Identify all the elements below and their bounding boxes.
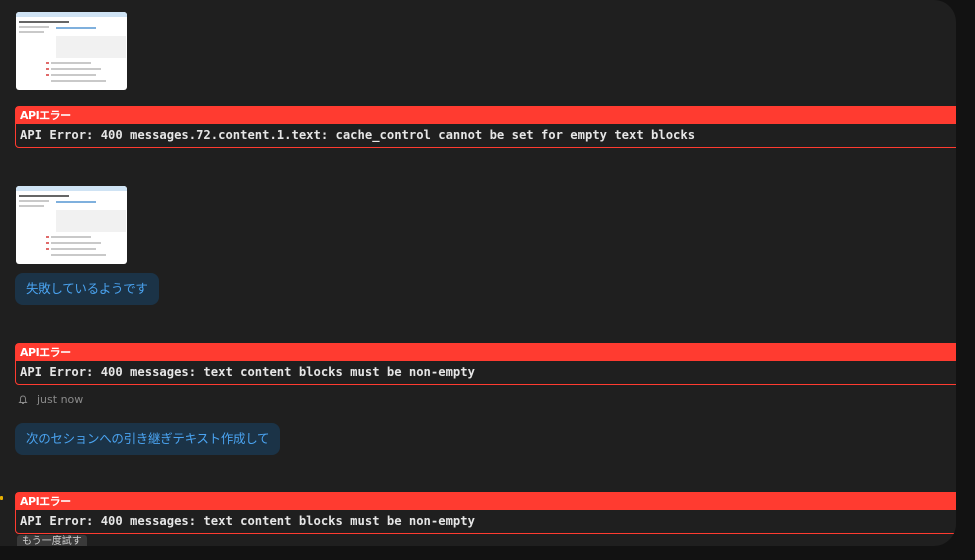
timestamp: just now (37, 393, 84, 406)
error-message: APIエラー API Error: 400 messages.72.conten… (15, 106, 956, 148)
error-body: API Error: 400 messages: text content bl… (20, 365, 475, 379)
message-meta: just now (18, 393, 83, 406)
error-message: APIエラー API Error: 400 messages: text con… (15, 492, 956, 534)
chat-panel[interactable]: APIエラー API Error: 400 messages.72.conten… (0, 0, 956, 546)
error-message: APIエラー API Error: 400 messages: text con… (15, 343, 956, 385)
screenshot-thumbnail[interactable] (16, 12, 127, 90)
screenshot-thumbnail[interactable] (16, 186, 127, 264)
error-body: API Error: 400 messages: text content bl… (20, 514, 475, 528)
retry-button[interactable]: もう一度試す (17, 535, 87, 546)
status-dot (0, 496, 3, 500)
user-message: 次のセションへの引き継ぎテキスト作成して (15, 423, 281, 455)
error-body: API Error: 400 messages.72.content.1.tex… (20, 128, 696, 142)
error-header: APIエラー (16, 344, 956, 361)
bell-icon (18, 395, 28, 404)
error-header: APIエラー (16, 107, 956, 124)
user-message: 失敗しているようです (15, 273, 159, 305)
error-header: APIエラー (16, 493, 956, 510)
